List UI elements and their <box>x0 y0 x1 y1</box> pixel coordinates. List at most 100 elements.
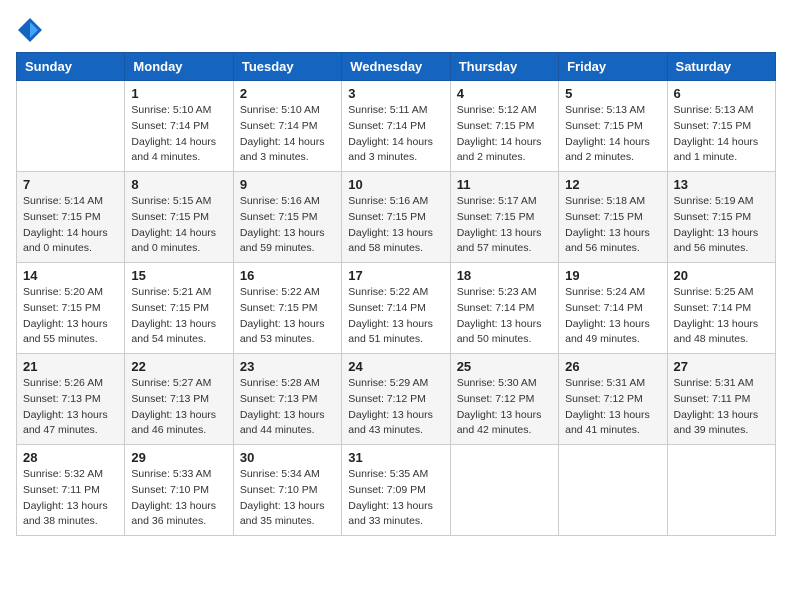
day-detail-line: Sunrise: 5:33 AM <box>131 467 226 483</box>
day-detail: Sunrise: 5:15 AMSunset: 7:15 PMDaylight:… <box>131 194 226 257</box>
day-detail-line: Sunset: 7:10 PM <box>131 483 226 499</box>
calendar-cell: 13Sunrise: 5:19 AMSunset: 7:15 PMDayligh… <box>667 172 775 263</box>
day-detail-line: and 56 minutes. <box>674 241 769 257</box>
calendar-cell: 29Sunrise: 5:33 AMSunset: 7:10 PMDayligh… <box>125 445 233 536</box>
day-detail-line: Sunset: 7:14 PM <box>348 119 443 135</box>
day-detail-line: Daylight: 13 hours <box>131 499 226 515</box>
day-detail: Sunrise: 5:12 AMSunset: 7:15 PMDaylight:… <box>457 103 552 166</box>
day-detail-line: Sunrise: 5:12 AM <box>457 103 552 119</box>
day-detail: Sunrise: 5:22 AMSunset: 7:14 PMDaylight:… <box>348 285 443 348</box>
day-detail-line: and 43 minutes. <box>348 423 443 439</box>
day-detail-line: Sunrise: 5:35 AM <box>348 467 443 483</box>
day-detail-line: Sunset: 7:15 PM <box>565 210 660 226</box>
day-number: 7 <box>23 177 118 192</box>
day-number: 18 <box>457 268 552 283</box>
day-detail-line: Daylight: 14 hours <box>240 135 335 151</box>
calendar-cell: 7Sunrise: 5:14 AMSunset: 7:15 PMDaylight… <box>17 172 125 263</box>
day-detail-line: Daylight: 13 hours <box>565 408 660 424</box>
day-detail-line: Sunset: 7:15 PM <box>23 210 118 226</box>
calendar-cell <box>559 445 667 536</box>
day-detail-line: Sunrise: 5:22 AM <box>348 285 443 301</box>
calendar-cell: 26Sunrise: 5:31 AMSunset: 7:12 PMDayligh… <box>559 354 667 445</box>
day-detail-line: and 42 minutes. <box>457 423 552 439</box>
day-detail-line: Sunset: 7:12 PM <box>348 392 443 408</box>
day-detail-line: Sunrise: 5:20 AM <box>23 285 118 301</box>
day-detail-line: Daylight: 13 hours <box>457 226 552 242</box>
day-detail-line: Sunset: 7:15 PM <box>348 210 443 226</box>
day-number: 30 <box>240 450 335 465</box>
calendar-cell <box>667 445 775 536</box>
day-number: 2 <box>240 86 335 101</box>
day-detail-line: Daylight: 13 hours <box>674 408 769 424</box>
day-detail-line: Sunset: 7:13 PM <box>240 392 335 408</box>
day-number: 24 <box>348 359 443 374</box>
day-detail-line: and 4 minutes. <box>131 150 226 166</box>
day-detail-line: Daylight: 13 hours <box>565 226 660 242</box>
day-detail-line: Sunset: 7:15 PM <box>131 210 226 226</box>
day-detail: Sunrise: 5:27 AMSunset: 7:13 PMDaylight:… <box>131 376 226 439</box>
day-detail-line: Daylight: 14 hours <box>348 135 443 151</box>
day-detail-line: Sunset: 7:14 PM <box>674 301 769 317</box>
day-detail-line: Sunrise: 5:10 AM <box>240 103 335 119</box>
day-detail-line: Sunrise: 5:18 AM <box>565 194 660 210</box>
day-detail-line: Daylight: 13 hours <box>131 408 226 424</box>
day-detail-line: Sunrise: 5:31 AM <box>674 376 769 392</box>
day-detail-line: Sunset: 7:11 PM <box>23 483 118 499</box>
day-detail-line: Sunrise: 5:17 AM <box>457 194 552 210</box>
day-detail-line: Sunrise: 5:25 AM <box>674 285 769 301</box>
day-detail: Sunrise: 5:29 AMSunset: 7:12 PMDaylight:… <box>348 376 443 439</box>
calendar-cell: 15Sunrise: 5:21 AMSunset: 7:15 PMDayligh… <box>125 263 233 354</box>
weekday-header: Tuesday <box>233 53 341 81</box>
day-number: 23 <box>240 359 335 374</box>
calendar-cell: 12 Sunrise: 5:18 AMSunset: 7:15 PMDayligh… <box>559 172 667 263</box>
day-number: 26 <box>565 359 660 374</box>
day-detail-line: and 3 minutes. <box>240 150 335 166</box>
day-detail-line: Sunrise: 5:23 AM <box>457 285 552 301</box>
day-detail: Sunrise: 5:23 AMSunset: 7:14 PMDaylight:… <box>457 285 552 348</box>
calendar-cell: 20 Sunrise: 5:25 AMSunset: 7:14 PMDayligh… <box>667 263 775 354</box>
calendar-cell: 9Sunrise: 5:16 AMSunset: 7:15 PMDaylight… <box>233 172 341 263</box>
day-detail-line: Sunset: 7:15 PM <box>457 210 552 226</box>
day-number: 12 <box>565 177 660 192</box>
day-detail: Sunrise: 5:11 AMSunset: 7:14 PMDaylight:… <box>348 103 443 166</box>
day-detail-line: Sunrise: 5:29 AM <box>348 376 443 392</box>
calendar-body: 1Sunrise: 5:10 AMSunset: 7:14 PMDaylight… <box>17 81 776 536</box>
day-detail-line: Daylight: 13 hours <box>23 317 118 333</box>
day-detail-line: Sunset: 7:11 PM <box>674 392 769 408</box>
day-detail: Sunrise: 5:10 AMSunset: 7:14 PMDaylight:… <box>240 103 335 166</box>
day-detail-line: Sunset: 7:14 PM <box>565 301 660 317</box>
day-detail-line: and 38 minutes. <box>23 514 118 530</box>
day-detail-line: Sunset: 7:15 PM <box>457 119 552 135</box>
day-detail-line: Sunrise: 5:16 AM <box>240 194 335 210</box>
day-detail-line: and 1 minute. <box>674 150 769 166</box>
calendar-cell: 14Sunrise: 5:20 AMSunset: 7:15 PMDayligh… <box>17 263 125 354</box>
day-detail-line: Sunset: 7:13 PM <box>131 392 226 408</box>
day-detail-line: Sunrise: 5:21 AM <box>131 285 226 301</box>
calendar-row: 14Sunrise: 5:20 AMSunset: 7:15 PMDayligh… <box>17 263 776 354</box>
day-number: 20 <box>674 268 769 283</box>
day-detail: Sunrise: 5:28 AMSunset: 7:13 PMDaylight:… <box>240 376 335 439</box>
weekday-header: Friday <box>559 53 667 81</box>
day-detail-line: and 48 minutes. <box>674 332 769 348</box>
day-detail: Sunrise: 5:22 AMSunset: 7:15 PMDaylight:… <box>240 285 335 348</box>
day-detail: Sunrise: 5:17 AMSunset: 7:15 PMDaylight:… <box>457 194 552 257</box>
day-number: 11 <box>457 177 552 192</box>
day-detail-line: and 55 minutes. <box>23 332 118 348</box>
weekday-header: Wednesday <box>342 53 450 81</box>
calendar-cell: 21Sunrise: 5:26 AMSunset: 7:13 PMDayligh… <box>17 354 125 445</box>
calendar-cell: 5 Sunrise: 5:13 AMSunset: 7:15 PMDaylight… <box>559 81 667 172</box>
day-detail: Sunrise: 5:16 AMSunset: 7:15 PMDaylight:… <box>240 194 335 257</box>
day-detail: Sunrise: 5:13 AMSunset: 7:15 PMDaylight:… <box>565 103 660 166</box>
logo-icon <box>16 16 44 44</box>
day-detail-line: and 50 minutes. <box>457 332 552 348</box>
day-detail-line: Daylight: 13 hours <box>674 317 769 333</box>
day-detail-line: Sunrise: 5:30 AM <box>457 376 552 392</box>
day-detail: Sunrise: 5:34 AMSunset: 7:10 PMDaylight:… <box>240 467 335 530</box>
day-detail-line: Daylight: 14 hours <box>565 135 660 151</box>
day-number: 5 <box>565 86 660 101</box>
day-detail: Sunrise: 5:33 AMSunset: 7:10 PMDaylight:… <box>131 467 226 530</box>
day-detail-line: Sunrise: 5:24 AM <box>565 285 660 301</box>
day-detail-line: and 56 minutes. <box>565 241 660 257</box>
calendar-cell: 19Sunrise: 5:24 AMSunset: 7:14 PMDayligh… <box>559 263 667 354</box>
day-detail-line: and 59 minutes. <box>240 241 335 257</box>
